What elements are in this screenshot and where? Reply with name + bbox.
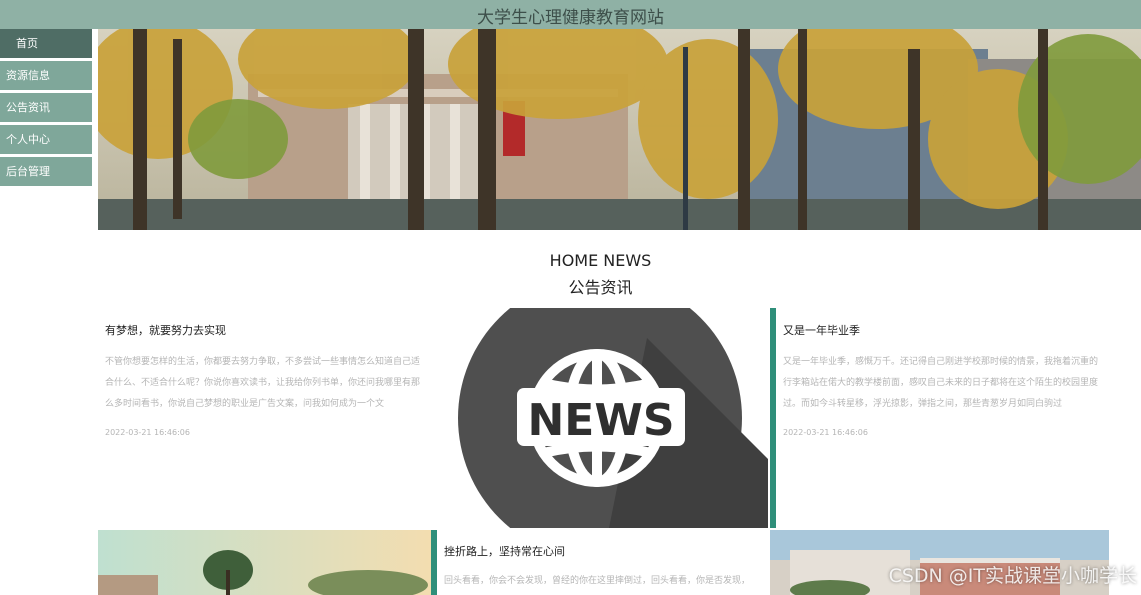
news-title[interactable]: 又是一年毕业季	[783, 322, 1099, 338]
news-card[interactable]: 又是一年毕业季 又是一年毕业季，感慨万千。还记得自己刚进学校那时候的情景，我拖着…	[776, 308, 1106, 528]
news-summary: 回头看看，你会不会发现，曾经的你在这里摔倒过，回头看看，你是否发现，	[444, 576, 751, 586]
news-image[interactable]	[98, 530, 431, 595]
watermark-text: CSDN @IT实战课堂小咖学长	[888, 565, 1137, 587]
sidebar-item-resources[interactable]: 资源信息	[0, 61, 92, 90]
header-bar: 大学生心理健康教育网站	[0, 0, 1141, 29]
site-title: 大学生心理健康教育网站	[477, 8, 664, 28]
sidebar-item-home[interactable]: 首页	[0, 29, 92, 58]
news-date: 2022-03-21 16:46:06	[783, 428, 868, 437]
news-title[interactable]: 有梦想，就要努力去实现	[105, 322, 424, 338]
section-title-en: HOME NEWS	[549, 251, 652, 270]
news-image-label: NEWS	[527, 395, 674, 446]
sidebar-item-admin[interactable]: 后台管理	[0, 157, 92, 186]
news-title[interactable]: 挫折路上，坚持常在心间	[444, 543, 761, 559]
news-summary: 又是一年毕业季，感慨万千。还记得自己刚进学校那时候的情景，我拖着沉重的行李箱站在…	[783, 357, 1099, 409]
news-card[interactable]: 挫折路上，坚持常在心间 回头看看，你会不会发现，曾经的你在这里摔倒过，回头看看，…	[437, 530, 768, 595]
news-card[interactable]: 有梦想，就要努力去实现 不管你想要怎样的生活，你都要去努力争取，不多尝试一些事情…	[98, 308, 431, 528]
news-date: 2022-03-21 16:46:06	[105, 428, 190, 437]
sidebar: 首页 资源信息 公告资讯 个人中心 后台管理	[0, 29, 92, 189]
section-title-cn: 公告资讯	[568, 278, 633, 297]
sidebar-item-profile[interactable]: 个人中心	[0, 125, 92, 154]
hero-banner-image	[98, 29, 1141, 230]
news-image[interactable]: NEWS	[437, 308, 768, 528]
sidebar-item-announcements[interactable]: 公告资讯	[0, 93, 92, 122]
news-summary: 不管你想要怎样的生活，你都要去努力争取，不多尝试一些事情怎么知道自己适合什么、不…	[105, 357, 421, 409]
